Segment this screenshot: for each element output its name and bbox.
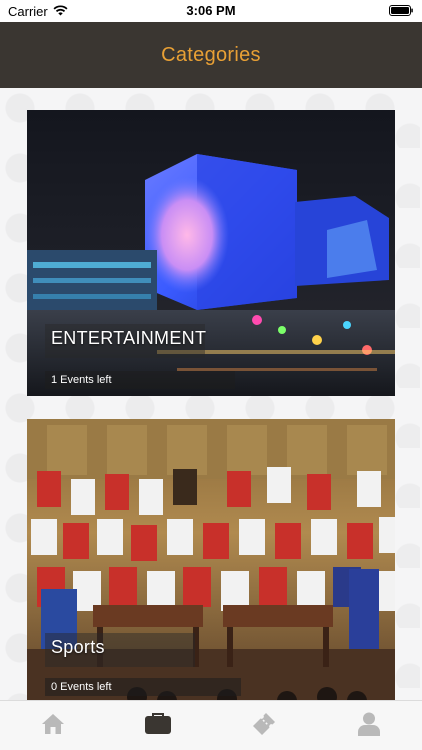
home-icon bbox=[42, 714, 64, 734]
page-title: Categories bbox=[161, 43, 261, 66]
ticket-icon bbox=[253, 713, 275, 735]
tab-profile[interactable] bbox=[354, 709, 384, 739]
category-list[interactable]: ENTERTAINMENT 1 Events left Sports 0 Eve… bbox=[0, 88, 422, 700]
events-left-label: 0 Events left bbox=[51, 681, 112, 693]
profile-icon bbox=[358, 712, 380, 736]
events-left-label: 1 Events left bbox=[51, 374, 112, 386]
category-title: Sports bbox=[51, 637, 105, 657]
tab-home[interactable] bbox=[38, 709, 68, 739]
tab-categories[interactable] bbox=[143, 709, 173, 739]
battery-icon bbox=[389, 5, 413, 16]
category-card-sports[interactable]: Sports 0 Events left bbox=[27, 419, 395, 700]
categories-icon bbox=[145, 713, 171, 734]
tab-bar bbox=[0, 700, 422, 750]
clock-label: 3:06 PM bbox=[186, 3, 236, 18]
nav-header: Categories bbox=[0, 22, 422, 88]
status-bar: Carrier 3:06 PM bbox=[0, 0, 422, 22]
category-card-entertainment[interactable]: ENTERTAINMENT 1 Events left bbox=[27, 110, 395, 396]
category-title: ENTERTAINMENT bbox=[51, 328, 207, 348]
tab-tickets[interactable] bbox=[249, 709, 279, 739]
